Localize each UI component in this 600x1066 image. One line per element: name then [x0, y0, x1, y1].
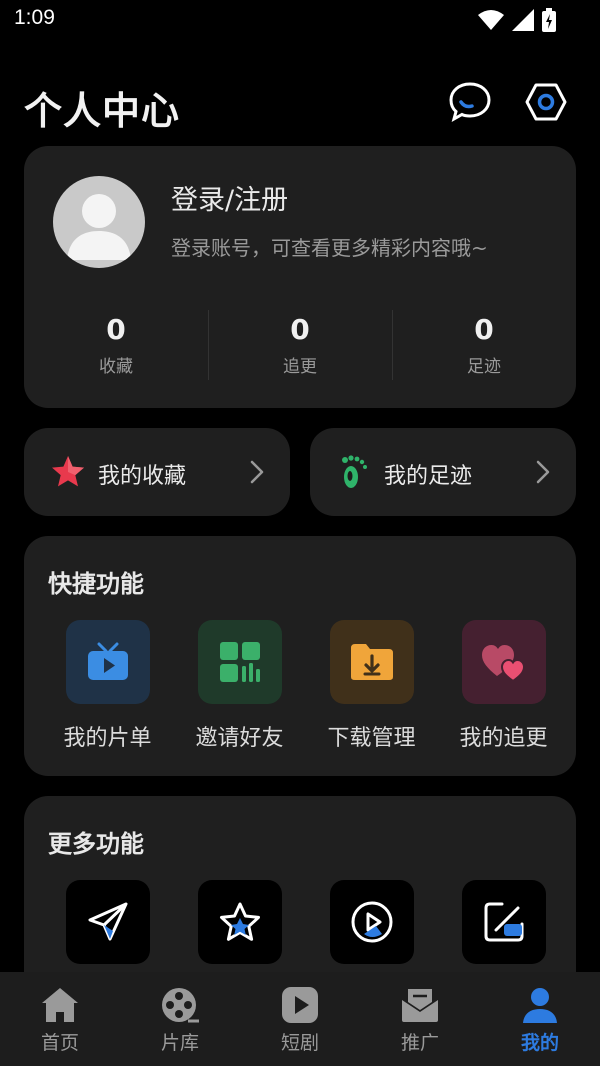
tab-label: 首页: [40, 1032, 79, 1054]
my-favorites-button[interactable]: 我的收藏: [24, 428, 290, 516]
stat-history[interactable]: 0 足迹: [392, 310, 576, 382]
chat-bubble-icon: [449, 82, 491, 123]
stat-value: 0: [474, 313, 494, 346]
settings-button[interactable]: [522, 78, 570, 126]
download-manager-button[interactable]: 下载管理: [308, 620, 435, 752]
star-icon: [219, 902, 260, 941]
shortcut-label: 我的收藏: [98, 464, 187, 489]
more-function-send[interactable]: [44, 880, 171, 964]
status-icons: [478, 8, 556, 32]
play-circle-icon: [351, 901, 392, 943]
tile: [65, 620, 150, 704]
chevron-right-icon: [250, 460, 264, 484]
stat-label: 追更: [283, 357, 317, 377]
grid-icon: [219, 642, 260, 682]
section-title: 更多功能: [48, 830, 144, 858]
stat-following[interactable]: 0 追更: [208, 310, 392, 382]
tile-label: 我的片单: [63, 726, 152, 751]
tile: [197, 620, 282, 704]
signal-icon: [512, 9, 534, 31]
tab-mine[interactable]: 我的: [480, 972, 600, 1066]
tab-label: 片库: [160, 1032, 199, 1054]
more-function-play[interactable]: [308, 880, 435, 964]
more-function-favorite[interactable]: [176, 880, 303, 964]
stat-label: 收藏: [99, 357, 133, 377]
tab-short-drama[interactable]: 短剧: [240, 972, 360, 1066]
tab-label: 短剧: [280, 1032, 319, 1054]
stat-favorites[interactable]: 0 收藏: [24, 312, 208, 382]
profile-stats: 0 收藏 0 追更 0 足迹: [24, 310, 576, 382]
tab-home[interactable]: 首页: [0, 972, 120, 1066]
tile: [329, 620, 414, 704]
download-folder-icon: [350, 644, 393, 680]
quick-functions-grid: 我的片单 邀请好友 下载管理 我的追更: [24, 620, 576, 752]
tile-label: 我的追更: [459, 726, 548, 751]
stat-value: 0: [290, 313, 310, 346]
tv-icon: [87, 642, 128, 680]
section-title: 快捷功能: [48, 570, 144, 598]
tab-library[interactable]: 片库: [120, 972, 240, 1066]
star-icon: [52, 456, 84, 487]
status-bar: 1:09: [0, 0, 600, 40]
film-reel-icon: [162, 988, 199, 1023]
tile: [65, 880, 150, 964]
message-button[interactable]: [446, 78, 494, 126]
mail-icon: [402, 989, 438, 1022]
edit-icon: [484, 902, 523, 942]
invite-friends-button[interactable]: 邀请好友: [176, 620, 303, 752]
bottom-tab-bar: 首页 片库 短剧 推广 我的: [0, 972, 600, 1066]
profile-card: 登录/注册 登录账号，可查看更多精彩内容哦~ 0 收藏 0 追更 0 足迹: [24, 146, 576, 408]
my-following-button[interactable]: 我的追更: [440, 620, 567, 752]
hearts-icon: [481, 645, 525, 682]
shortcut-label: 我的足迹: [384, 464, 473, 489]
default-avatar-icon: [67, 194, 131, 260]
my-playlist-button[interactable]: 我的片单: [44, 620, 171, 752]
battery-icon: [542, 8, 556, 32]
gear-icon: [525, 83, 567, 121]
avatar[interactable]: [53, 176, 145, 268]
user-icon: [523, 988, 557, 1023]
page-title: 个人中心: [24, 89, 181, 133]
status-time: 1:09: [14, 6, 55, 29]
tile: [329, 880, 414, 964]
login-subtitle: 登录账号，可查看更多精彩内容哦~: [171, 236, 488, 260]
tab-label: 我的: [520, 1032, 559, 1054]
my-history-button[interactable]: 我的足迹: [310, 428, 576, 516]
quick-functions-card: 快捷功能 我的片单 邀请好友 下载管理 我的追更: [24, 536, 576, 776]
tile: [461, 880, 546, 964]
play-icon: [282, 987, 318, 1023]
tile: [461, 620, 546, 704]
tab-promote[interactable]: 推广: [360, 972, 480, 1066]
more-function-edit[interactable]: [440, 880, 567, 964]
more-functions-grid: [24, 880, 576, 964]
tile-label: 下载管理: [327, 726, 416, 751]
chevron-right-icon: [536, 460, 550, 484]
stat-label: 足迹: [467, 357, 501, 377]
stat-value: 0: [106, 313, 126, 346]
home-icon: [42, 988, 78, 1022]
tab-label: 推广: [400, 1032, 439, 1054]
send-icon: [88, 902, 127, 941]
wifi-icon: [478, 10, 504, 30]
tile: [197, 880, 282, 964]
footprint-icon: [342, 455, 367, 488]
tile-label: 邀请好友: [195, 726, 284, 751]
login-register-link[interactable]: 登录/注册: [171, 178, 288, 217]
